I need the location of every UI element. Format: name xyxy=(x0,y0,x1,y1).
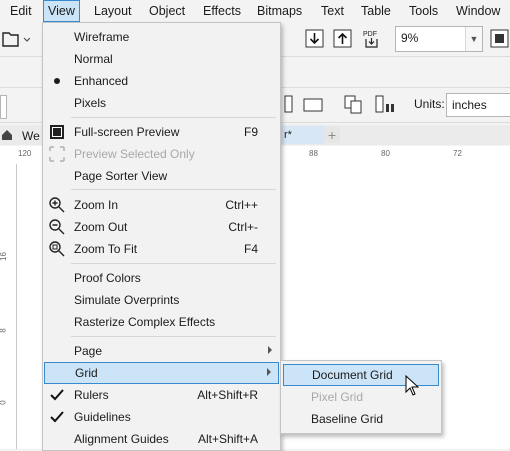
menu-view[interactable]: View xyxy=(43,0,80,22)
document-tab-title: r* xyxy=(284,129,292,141)
menu-object[interactable]: Object xyxy=(145,0,189,22)
menu-separator xyxy=(71,117,276,118)
menu-item-alignment-guides[interactable]: Alignment Guides Alt+Shift+A xyxy=(43,428,280,450)
checkmark-icon xyxy=(50,389,64,401)
submenu-item-baseline-grid[interactable]: Baseline Grid xyxy=(283,408,439,430)
menu-item-simulate-overprints[interactable]: Simulate Overprints xyxy=(43,289,280,311)
menu-item-zoom-to-fit[interactable]: Zoom To Fit F4 xyxy=(43,238,280,260)
import-icon[interactable] xyxy=(305,29,325,49)
menu-item-rulers[interactable]: Rulers Alt+Shift+R xyxy=(43,384,280,406)
open-folder-icon[interactable] xyxy=(2,30,30,48)
full-screen-icon xyxy=(50,125,64,139)
menu-item-wireframe[interactable]: Wireframe xyxy=(43,26,280,48)
chevron-right-icon xyxy=(267,368,271,376)
menu-separator xyxy=(71,189,276,190)
add-tab-button[interactable]: + xyxy=(324,127,340,143)
menu-effects[interactable]: Effects xyxy=(199,0,245,22)
menu-layout[interactable]: Layout xyxy=(90,0,136,22)
document-tab-label[interactable]: We xyxy=(22,129,40,143)
menu-separator xyxy=(71,263,276,264)
ruler-tick-label: 80 xyxy=(381,149,390,158)
menu-item-normal[interactable]: Normal xyxy=(43,48,280,70)
units-label: Units: xyxy=(414,97,445,111)
landscape-icon[interactable] xyxy=(303,95,325,115)
zoom-value: 9% xyxy=(401,31,419,45)
grid-submenu: Document Grid Pixel Grid Baseline Grid xyxy=(280,360,442,434)
export-icon[interactable] xyxy=(333,29,353,49)
home-icon[interactable] xyxy=(1,129,13,141)
svg-text:PDF: PDF xyxy=(363,31,377,38)
current-page-icon[interactable] xyxy=(374,94,398,116)
menu-item-pixels[interactable]: Pixels xyxy=(43,92,280,114)
menu-item-enhanced[interactable]: Enhanced xyxy=(43,70,280,92)
menu-item-preview-selected-only[interactable]: Preview Selected Only xyxy=(43,143,280,165)
vertical-ruler[interactable] xyxy=(0,164,17,449)
ruler-tick-label: 120 xyxy=(18,149,32,158)
menu-item-grid[interactable]: Grid xyxy=(44,362,279,384)
ruler-tick-label: 72 xyxy=(453,149,462,158)
menu-separator xyxy=(71,336,276,337)
all-pages-icon[interactable] xyxy=(343,94,367,116)
menu-item-zoom-out[interactable]: Zoom Out Ctrl+- xyxy=(43,216,280,238)
menu-item-full-screen-preview[interactable]: Full-screen Preview F9 xyxy=(43,121,280,143)
menu-tools[interactable]: Tools xyxy=(405,0,442,22)
units-select[interactable]: inches xyxy=(446,93,510,117)
ruler-tick-label: 8 xyxy=(0,328,8,332)
zoom-in-icon xyxy=(49,197,65,213)
zoom-out-icon xyxy=(49,219,65,235)
menu-item-page-sorter-view[interactable]: Page Sorter View xyxy=(43,165,280,187)
menu-item-proof-colors[interactable]: Proof Colors xyxy=(43,267,280,289)
mouse-pointer-icon xyxy=(405,375,419,396)
zoom-to-fit-icon xyxy=(49,241,65,257)
checkmark-icon xyxy=(50,411,64,423)
units-value: inches xyxy=(452,98,487,112)
menu-bitmaps[interactable]: Bitmaps xyxy=(253,0,306,22)
pdf-icon[interactable]: PDF xyxy=(361,27,385,51)
radio-bullet-icon xyxy=(54,78,60,84)
ruler-tick-label: 0 xyxy=(0,400,8,404)
portrait-icon[interactable] xyxy=(284,95,294,115)
menu-item-rasterize-complex-effects[interactable]: Rasterize Complex Effects xyxy=(43,311,280,333)
zoom-level-combo[interactable]: 9% ▼ xyxy=(395,26,483,52)
menu-window[interactable]: Window xyxy=(452,0,504,22)
menu-item-zoom-in[interactable]: Zoom In Ctrl++ xyxy=(43,194,280,216)
menu-edit[interactable]: Edit xyxy=(6,0,36,22)
ruler-tick-label: 88 xyxy=(309,149,318,158)
menu-item-page[interactable]: Page xyxy=(43,340,280,362)
menu-table[interactable]: Table xyxy=(357,0,395,22)
chevron-down-icon[interactable]: ▼ xyxy=(465,27,482,51)
view-menu-dropdown: Wireframe Normal Enhanced Pixels Full-sc… xyxy=(42,22,281,451)
zoom-to-page-icon[interactable] xyxy=(490,29,510,49)
menu-text[interactable]: Text xyxy=(317,0,348,22)
preview-selected-icon xyxy=(49,146,65,162)
menu-item-guidelines[interactable]: Guidelines xyxy=(43,406,280,428)
object-size-field[interactable] xyxy=(0,95,7,119)
document-tab-active[interactable]: r* xyxy=(282,126,324,144)
chevron-right-icon xyxy=(268,346,272,354)
menubar: Edit View Layout Object Effects Bitmaps … xyxy=(0,0,510,22)
ruler-tick-label: 16 xyxy=(0,252,8,261)
